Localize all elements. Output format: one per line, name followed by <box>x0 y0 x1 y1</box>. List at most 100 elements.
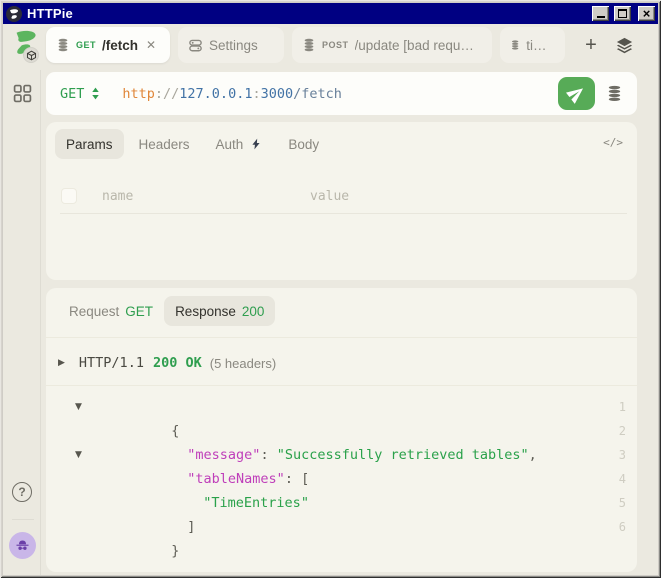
help-button[interactable]: ? <box>12 482 32 502</box>
request-editor-tabs: Params Headers Auth Body <box>55 129 628 159</box>
response-body: ▼{ 1 "message": "Successfully retrieved … <box>46 395 637 572</box>
tab-close-icon[interactable]: ✕ <box>146 38 156 52</box>
maximize-button[interactable] <box>614 6 631 21</box>
response-divider-2 <box>46 385 637 386</box>
collapse-triangle-icon[interactable]: ▶ <box>58 358 65 368</box>
minimize-icon <box>597 16 605 18</box>
tab-overview-button[interactable] <box>615 36 634 55</box>
line-number: 5 <box>619 491 626 515</box>
tab-method-badge: POST <box>322 40 349 50</box>
settings-sliders-icon <box>188 38 203 53</box>
code-view-toggle[interactable]: </> <box>603 136 623 149</box>
httpie-titlebar-icon <box>6 6 22 22</box>
response-viewer-panel: Request GET Response 200 ▶ HTTP/1.1 200 … <box>46 288 637 572</box>
incognito-icon <box>14 537 31 554</box>
response-viewer-tabs: Request GET Response 200 <box>58 296 275 326</box>
method-sort-arrows-icon <box>91 87 100 100</box>
tab-label: /update [bad requ… <box>355 38 474 53</box>
url-path: /fetch <box>293 86 342 102</box>
line-number: 1 <box>619 395 626 419</box>
request-method-badge: GET <box>125 304 153 319</box>
line-number: 6 <box>619 515 626 539</box>
json-line: ▼{ 1 <box>46 395 637 419</box>
tab-label: Body <box>288 137 319 152</box>
tab-response[interactable]: Response 200 <box>164 296 275 326</box>
http-version: HTTP/1.1 <box>79 355 144 371</box>
param-value-input[interactable]: value <box>310 189 349 204</box>
stack-icon <box>606 85 623 102</box>
tab-headers[interactable]: Headers <box>128 129 201 159</box>
request-tab-update[interactable]: POST /update [bad requ… <box>292 27 492 63</box>
expand-triangle-icon[interactable]: ▼ <box>75 395 82 419</box>
close-icon: × <box>643 7 651 20</box>
titlebar: HTTPie × <box>3 3 658 24</box>
new-tab-button[interactable]: + <box>579 34 603 57</box>
tab-auth[interactable]: Auth <box>205 129 274 159</box>
response-divider <box>46 337 637 338</box>
environment-cube-badge[interactable] <box>23 47 39 63</box>
line-number: 3 <box>619 443 626 467</box>
left-rail: ? <box>3 70 41 575</box>
tab-label: Headers <box>139 137 190 152</box>
tab-label: time… <box>526 38 555 53</box>
tab-label: Settings <box>209 38 258 53</box>
method-selector[interactable]: GET <box>60 86 100 102</box>
headers-summary: (5 headers) <box>210 356 276 371</box>
expand-triangle-icon[interactable]: ▼ <box>75 443 82 467</box>
layers-icon <box>615 36 634 55</box>
tab-label: Request <box>69 304 119 319</box>
request-tab-time[interactable]: time… <box>500 27 565 63</box>
status-code-badge: 200 <box>242 304 265 319</box>
tab-label: Response <box>175 304 236 319</box>
tab-label: Auth <box>216 137 244 152</box>
app-window: HTTPie × GET /fetch ✕ Settings <box>0 0 661 578</box>
send-button[interactable] <box>558 77 595 110</box>
line-number: 4 <box>619 467 626 491</box>
url-input[interactable]: http://127.0.0.1:3000/fetch <box>122 86 558 102</box>
url-port: 3000 <box>261 86 294 102</box>
apps-grid-button[interactable] <box>13 84 32 108</box>
collection-stack-icon <box>302 38 316 52</box>
param-row-divider <box>60 213 627 214</box>
url-separator: :// <box>155 86 179 102</box>
tab-label: /fetch <box>102 38 138 53</box>
app-content: GET /fetch ✕ Settings POST /update [bad … <box>3 24 658 575</box>
response-status-line[interactable]: ▶ HTTP/1.1 200 OK (5 headers) <box>58 351 627 375</box>
request-url-bar: GET http://127.0.0.1:3000/fetch <box>46 72 637 115</box>
json-line: } 6 <box>46 515 637 539</box>
minimize-button[interactable] <box>592 6 609 21</box>
saved-requests-button[interactable] <box>606 85 623 102</box>
json-line: "message": "Successfully retrieved table… <box>46 419 637 443</box>
url-scheme: http <box>122 86 155 102</box>
collection-stack-icon <box>56 38 70 52</box>
tab-body[interactable]: Body <box>277 129 330 159</box>
tab-label: Params <box>66 137 113 152</box>
close-button[interactable]: × <box>638 6 655 21</box>
tab-request[interactable]: Request GET <box>58 296 164 326</box>
tab-method-badge: GET <box>76 40 96 50</box>
url-host: 127.0.0.1 <box>179 86 252 102</box>
line-number: 2 <box>619 419 626 443</box>
request-tab-fetch[interactable]: GET /fetch ✕ <box>46 27 170 63</box>
lightning-bolt-icon <box>250 137 262 151</box>
json-line: ] 5 <box>46 491 637 515</box>
rail-divider <box>12 519 34 520</box>
param-row: name value <box>61 180 627 212</box>
window-title: HTTPie <box>27 6 73 21</box>
json-token: } <box>171 543 179 559</box>
request-editor-panel: Params Headers Auth Body </> name value <box>46 122 637 280</box>
param-checkbox[interactable] <box>61 188 77 204</box>
paper-plane-icon <box>563 80 590 107</box>
url-port-separator: : <box>252 86 260 102</box>
method-value: GET <box>60 86 84 102</box>
tab-params[interactable]: Params <box>55 129 124 159</box>
maximize-icon <box>618 9 627 18</box>
grid-icon <box>13 84 32 103</box>
param-name-input[interactable]: name <box>102 189 310 204</box>
settings-tab[interactable]: Settings <box>178 27 284 63</box>
json-line: "TimeEntries" 4 <box>46 467 637 491</box>
cube-icon <box>26 50 37 61</box>
httpie-logo[interactable] <box>10 28 42 62</box>
anonymous-user-avatar[interactable] <box>9 532 36 559</box>
collection-stack-icon <box>510 38 520 52</box>
